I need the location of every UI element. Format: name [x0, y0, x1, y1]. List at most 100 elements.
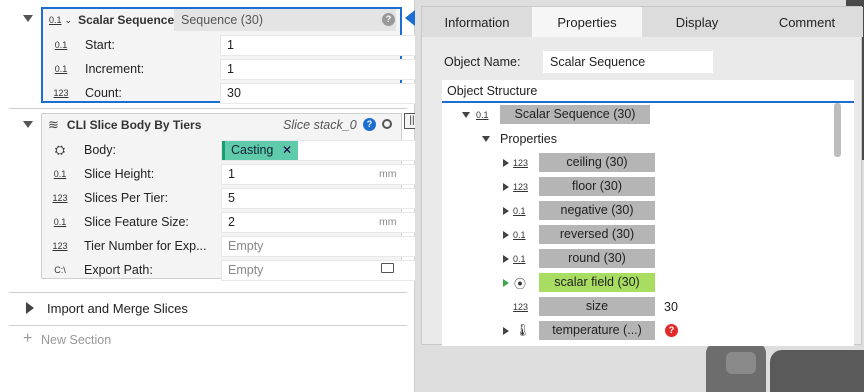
expand-chevron-icon[interactable]	[503, 183, 509, 191]
tab-display[interactable]: Display	[642, 7, 752, 37]
expand-chevron-icon[interactable]	[503, 255, 509, 263]
block-title: Scalar Sequence	[78, 13, 175, 27]
float-icon: 0.1	[513, 254, 526, 264]
collapse-chevron-icon[interactable]	[462, 112, 470, 118]
integer-icon: 123	[52, 193, 68, 203]
tree-node-label[interactable]: temperature (...)	[539, 321, 655, 340]
expand-chevron-icon[interactable]	[26, 302, 34, 314]
tab-information[interactable]: Information	[422, 7, 532, 37]
properties-group-label: Properties	[500, 132, 557, 146]
float-icon: 0.1	[53, 169, 67, 179]
integer-icon: 123	[513, 182, 529, 192]
collapse-chevron-icon[interactable]	[482, 136, 490, 142]
unit-label: mm	[379, 216, 397, 228]
tree-node-label[interactable]: size	[539, 297, 655, 316]
expand-chevron-icon[interactable]	[503, 279, 509, 287]
help-icon[interactable]: ?	[363, 118, 376, 131]
import-merge-section[interactable]: Import and Merge Slices	[47, 301, 188, 316]
tree-item[interactable]: ⦿ scalar field (30)	[442, 271, 842, 295]
plus-icon[interactable]: +	[23, 330, 32, 348]
slice-body-block[interactable]: ≋ CLI Slice Body By Tiers Slice stack_0 …	[41, 113, 417, 282]
block-subtitle: Slice stack_0	[283, 118, 357, 132]
layers-icon: ≋	[48, 117, 59, 132]
tag-remove-icon[interactable]: ✕	[282, 141, 292, 160]
type-dropdown-chevron-icon[interactable]: ⌄	[65, 15, 73, 26]
tier-number-input[interactable]: Empty	[221, 235, 417, 257]
tree-item[interactable]: 0.1 reversed (30)	[442, 223, 842, 247]
tab-bar: Information Properties Display Comment	[422, 7, 863, 37]
path-icon: C:\	[54, 265, 66, 275]
tree-node-label[interactable]: floor (30)	[539, 177, 655, 196]
tree-node-label[interactable]: round (30)	[539, 249, 655, 268]
scalar-type-icon[interactable]: 0.1	[49, 15, 62, 25]
divider	[9, 292, 407, 293]
tree-node-label[interactable]: negative (30)	[539, 201, 655, 220]
body-tag[interactable]: Casting ✕	[222, 141, 298, 160]
tree-item[interactable]: 123 size 30	[442, 295, 842, 319]
selection-pointer-icon	[405, 10, 415, 26]
warning-icon[interactable]: ?	[665, 324, 678, 337]
model-part	[726, 352, 756, 374]
block-subtitle: Sequence (30)	[174, 9, 396, 31]
count-input[interactable]: 30	[220, 82, 416, 104]
field-label: Tier Number for Exp...	[84, 239, 207, 253]
scalar-sequence-block[interactable]: 0.1 ⌄ Scalar Sequence Sequence (30) ? 0.…	[41, 7, 416, 105]
tree-item[interactable]: 0.1 negative (30)	[442, 199, 842, 223]
expand-chevron-icon[interactable]	[503, 327, 509, 335]
field-label: Slice Feature Size:	[84, 215, 189, 229]
object-name-input[interactable]: Scalar Sequence	[543, 51, 713, 73]
float-icon: 0.1	[513, 230, 526, 240]
slices-per-tier-input[interactable]: 5	[221, 187, 417, 209]
count-field: 123 Count: 30	[43, 81, 416, 105]
object-structure-header: Object Structure	[442, 80, 854, 103]
export-path-field: C:\ Export Path: Empty	[42, 258, 417, 282]
collapse-chevron-icon[interactable]	[23, 121, 33, 128]
tree-item[interactable]: 123 ceiling (30)	[442, 151, 842, 175]
block-header: 0.1 ⌄ Scalar Sequence Sequence (30) ?	[43, 9, 400, 31]
field-label: Count:	[85, 86, 122, 100]
field-label: Start:	[85, 38, 115, 52]
body-icon: ⛭	[54, 142, 66, 157]
float-icon: 0.1	[513, 206, 526, 216]
tier-number-field: 123 Tier Number for Exp... Empty	[42, 234, 417, 258]
thermometer-icon: 🌡	[515, 323, 531, 337]
tree-node-value: 30	[664, 300, 678, 314]
tree-scrollbar[interactable]	[834, 103, 841, 157]
tree-item[interactable]: 0.1 round (30)	[442, 247, 842, 271]
tree-properties-group[interactable]: Properties	[442, 127, 842, 151]
start-input[interactable]: 1	[220, 34, 416, 56]
field-label: Slices Per Tier:	[84, 191, 169, 205]
integer-icon: 123	[513, 302, 529, 312]
new-section-button[interactable]: New Section	[41, 333, 111, 347]
field-label: Slice Height:	[84, 167, 155, 181]
tab-comment[interactable]: Comment	[752, 7, 862, 37]
tab-properties[interactable]: Properties	[532, 7, 642, 37]
tree-node-label[interactable]: reversed (30)	[539, 225, 655, 244]
model-part	[770, 350, 864, 392]
tree-node-label[interactable]: scalar field (30)	[539, 273, 655, 292]
tree-node-label[interactable]: ceiling (30)	[539, 153, 655, 172]
expand-chevron-icon[interactable]	[503, 231, 509, 239]
start-field: 0.1 Start: 1	[43, 33, 416, 57]
expand-chevron-icon[interactable]	[503, 207, 509, 215]
tree-item[interactable]: 123 floor (30)	[442, 175, 842, 199]
float-icon: 0.1	[54, 40, 68, 50]
folder-icon[interactable]	[381, 263, 394, 273]
block-header: ≋ CLI Slice Body By Tiers Slice stack_0 …	[42, 114, 401, 136]
tree-root[interactable]: 0.1 Scalar Sequence (30)	[442, 103, 842, 127]
divider	[9, 108, 407, 109]
expand-chevron-icon[interactable]	[503, 159, 509, 167]
collapse-chevron-icon[interactable]	[23, 15, 33, 22]
tag-label: Casting	[231, 143, 274, 157]
status-circle-icon[interactable]	[382, 119, 392, 129]
tree-node-label[interactable]: Scalar Sequence (30)	[500, 105, 650, 124]
increment-field: 0.1 Increment: 1	[43, 57, 416, 81]
slice-feature-size-field: 0.1 Slice Feature Size: 2 mm	[42, 210, 417, 234]
tree-item[interactable]: 🌡 temperature (...) ?	[442, 319, 842, 343]
slices-per-tier-field: 123 Slices Per Tier: 5	[42, 186, 417, 210]
object-name-label: Object Name:	[444, 55, 521, 69]
increment-input[interactable]: 1	[220, 58, 416, 80]
help-icon[interactable]: ?	[382, 13, 395, 26]
divider	[9, 325, 407, 326]
integer-icon: 123	[513, 158, 529, 168]
